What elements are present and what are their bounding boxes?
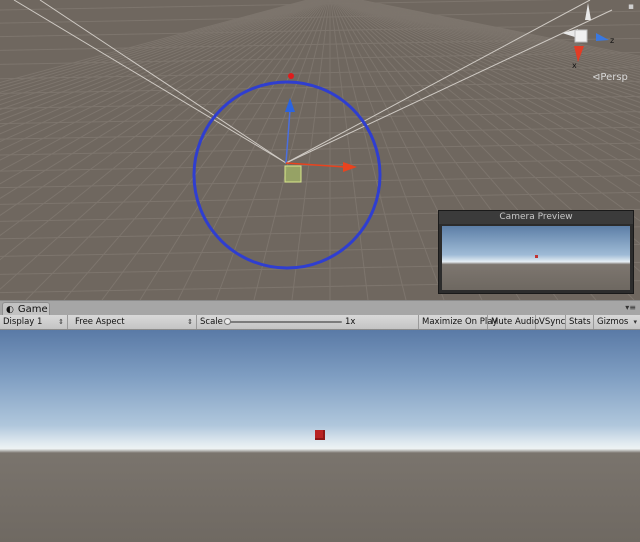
tab-menu-icon[interactable]: ▾≡ [625,303,636,312]
aspect-dropdown[interactable]: Free Aspect ⇕ [70,315,197,329]
scale-slider-thumb[interactable] [224,318,231,325]
camera-preview-panel: Camera Preview [438,210,634,294]
display-dropdown[interactable]: Display 1 ⇕ [0,315,68,329]
preview-cube [535,255,538,258]
pane-menu-icon[interactable]: ▪ [628,2,634,12]
scene-view[interactable]: z x ⊲Persp ▪ Camera Preview [0,0,640,300]
tab-game[interactable]: ◐ Game [2,302,50,316]
game-cube [315,430,325,440]
scale-value: 1x [345,317,356,327]
camera-preview-title: Camera Preview [439,211,633,224]
mute-audio-toggle[interactable]: Mute Audio [488,315,539,329]
maximize-on-play-toggle[interactable]: Maximize On Play [419,315,497,329]
game-controller-icon: ◐ [6,304,14,315]
x-axis-handle [343,162,357,172]
camera-preview-image [442,226,630,290]
camera-target-dot [288,73,294,79]
game-toolbar: Display 1 ⇕ Free Aspect ⇕ Scale 1x Maximiz… [0,315,640,330]
camera-frustum-lines [13,0,613,164]
stats-toggle[interactable]: Stats [566,315,594,329]
game-view[interactable] [0,330,640,542]
scale-slider-track[interactable] [226,321,342,323]
gizmos-dropdown[interactable]: Gizmos ▾ [594,315,640,329]
vsync-toggle[interactable]: VSync [536,315,566,329]
game-tab-bar: ◐ Game ▾≡ [0,300,640,316]
y-axis-handle [285,98,295,112]
center-handle [284,165,302,183]
perspective-toggle[interactable]: ⊲Persp [592,72,628,83]
